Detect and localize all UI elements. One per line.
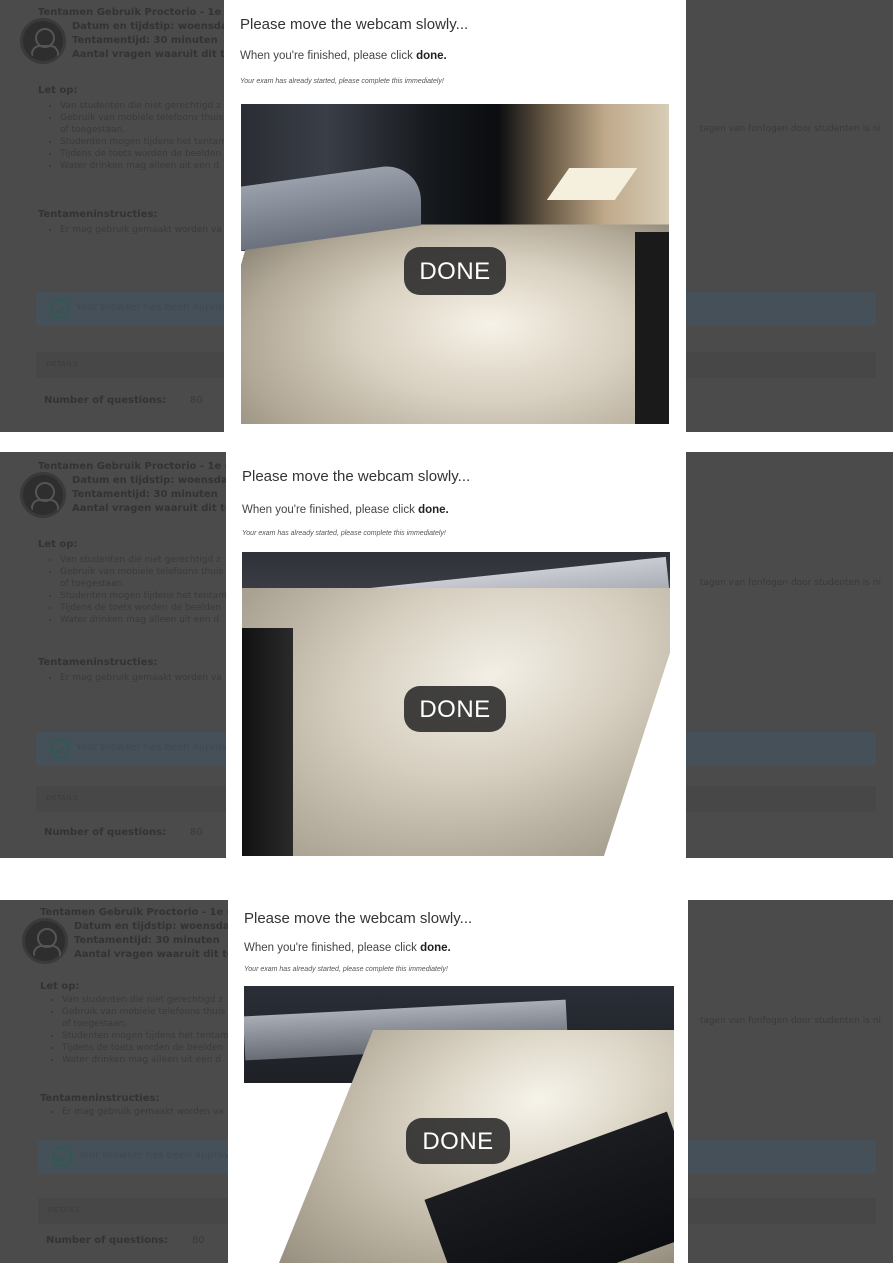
list-item: Gebruik van mobiele telefoons thuis [62, 1006, 229, 1018]
webcam-modal: Please move the webcam slowly... When yo… [226, 452, 686, 858]
overflow-text: tagen van fonfogen door studenten is ni [699, 1016, 881, 1026]
list-item: Tijdens de toets worden de beelden [62, 1042, 229, 1054]
details-label: DETAILS [48, 1206, 81, 1214]
proctor-avatar-icon [20, 472, 66, 518]
exam-duration: Tentamentijd: 30 minuten [72, 35, 218, 46]
instructions-list: Er mag gebruik gemaakt worden va [40, 1106, 224, 1118]
modal-instruction: When you're finished, please click done. [244, 942, 451, 954]
attention-heading: Let op: [40, 981, 80, 992]
questions-label: Number of questions: [44, 827, 167, 838]
questions-label: Number of questions: [44, 395, 167, 406]
attention-heading: Let op: [38, 85, 78, 96]
questions-value: 80 [190, 827, 203, 838]
modal-title: Please move the webcam slowly... [244, 910, 473, 927]
details-label: DETAILS [46, 360, 79, 368]
check-circle-icon [50, 299, 70, 319]
screenshot-panel-3: Tentamen Gebruik Proctorio - 1e gelegenh… [0, 900, 893, 1263]
list-item: Water drinken mag alleen uit een d [60, 614, 227, 626]
list-item: Water drinken mag alleen uit een d [60, 160, 227, 172]
list-item: Gebruik van mobiele telefoons thuis [60, 566, 227, 578]
instruction-text: When you're finished, please click [244, 942, 421, 954]
done-button[interactable]: DONE [404, 686, 506, 732]
list-item: Studenten mogen tijdens het tentam [62, 1030, 229, 1042]
instructions-heading: Tentameninstructies: [38, 657, 158, 668]
proctor-avatar-icon [22, 918, 68, 964]
attention-list: Van studenten die niet gerechtigd z Gebr… [40, 994, 229, 1066]
list-item: Studenten mogen tijdens het tentam [60, 136, 227, 148]
modal-instruction: When you're finished, please click done. [240, 50, 447, 62]
overflow-text: tagen van fonfogen door studenten is ni [699, 124, 881, 134]
webcam-feed: DONE [244, 986, 674, 1263]
screenshot-panel-2: Tentamen Gebruik Proctorio - 1e gelegenh… [0, 452, 893, 858]
list-item: Tijdens de toets worden de beelden [60, 148, 227, 160]
exam-duration: Tentamentijd: 30 minuten [74, 935, 220, 946]
details-label: DETAILS [46, 794, 79, 802]
instruction-done-word: done. [416, 50, 447, 62]
check-circle-icon [52, 1147, 72, 1167]
list-item: Gebruik van mobiele telefoons thuis [60, 112, 227, 124]
list-item: Er mag gebruik gemaakt worden va [60, 672, 222, 684]
webcam-feed: DONE [242, 552, 670, 856]
check-circle-icon [50, 739, 70, 759]
list-item: of toegestaan. [60, 579, 126, 589]
list-item: Studenten mogen tijdens het tentam [60, 590, 227, 602]
instructions-heading: Tentameninstructies: [38, 209, 158, 220]
notice-text: Your browser has been approved [76, 742, 240, 753]
instructions-list: Er mag gebruik gemaakt worden va [38, 672, 222, 684]
instruction-done-word: done. [420, 942, 451, 954]
webcam-feed: DONE [241, 104, 669, 424]
attention-list: Van studenten die niet gerechtigd z Gebr… [38, 554, 227, 626]
attention-list: Van studenten die niet gerechtigd z Gebr… [38, 100, 227, 172]
exam-started-warning: Your exam has already started, please co… [240, 78, 444, 85]
list-item: Er mag gebruik gemaakt worden va [60, 224, 222, 236]
notice-text: Your browser has been approved [76, 302, 240, 313]
exam-duration: Tentamentijd: 30 minuten [72, 489, 218, 500]
list-item: Tijdens de toets worden de beelden [60, 602, 227, 614]
modal-title: Please move the webcam slowly... [240, 16, 469, 33]
modal-instruction: When you're finished, please click done. [242, 504, 449, 516]
done-button[interactable]: DONE [406, 1118, 510, 1164]
list-item: of toegestaan. [62, 1019, 128, 1029]
attention-heading: Let op: [38, 539, 78, 550]
notice-text: Your browser has been approved [78, 1150, 242, 1161]
proctor-avatar-icon [20, 18, 66, 64]
screenshot-panel-1: Tentamen Gebruik Proctorio - 1e gelegenh… [0, 0, 893, 432]
exam-started-warning: Your exam has already started, please co… [242, 530, 446, 537]
list-item: Er mag gebruik gemaakt worden va [62, 1106, 224, 1118]
questions-value: 80 [190, 395, 203, 406]
list-item: Van studenten die niet gerechtigd z [62, 994, 229, 1006]
list-item: Van studenten die niet gerechtigd z [60, 100, 227, 112]
instruction-done-word: done. [418, 504, 449, 516]
webcam-modal: Please move the webcam slowly... When yo… [224, 0, 686, 432]
webcam-modal: Please move the webcam slowly... When yo… [228, 900, 688, 1263]
done-button[interactable]: DONE [404, 247, 506, 295]
overflow-text: tagen van fonfogen door studenten is ni [699, 578, 881, 588]
questions-label: Number of questions: [46, 1235, 169, 1246]
list-item: Water drinken mag alleen uit een d [62, 1054, 229, 1066]
list-item: Van studenten die niet gerechtigd z [60, 554, 227, 566]
list-item: of toegestaan. [60, 125, 126, 135]
instruction-text: When you're finished, please click [242, 504, 419, 516]
instructions-list: Er mag gebruik gemaakt worden va [38, 224, 222, 236]
modal-title: Please move the webcam slowly... [242, 468, 471, 485]
instructions-heading: Tentameninstructies: [40, 1093, 160, 1104]
instruction-text: When you're finished, please click [240, 50, 417, 62]
questions-value: 80 [192, 1235, 205, 1246]
exam-started-warning: Your exam has already started, please co… [244, 966, 448, 973]
